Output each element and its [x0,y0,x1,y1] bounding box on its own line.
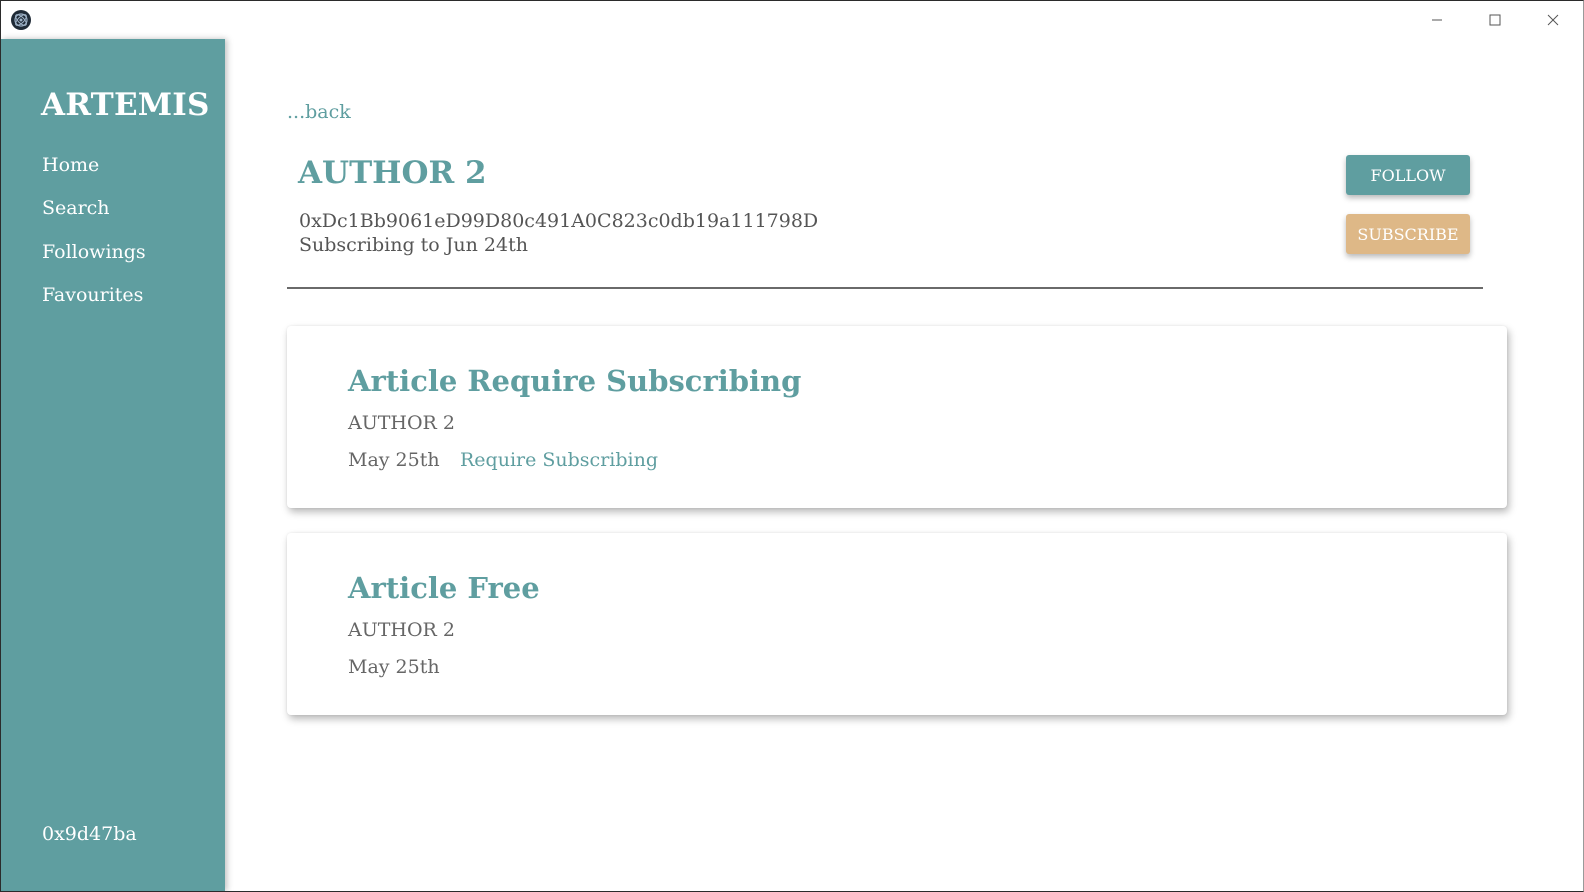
brand-title[interactable]: ARTEMIS [41,87,210,123]
close-button[interactable] [1530,1,1576,38]
close-icon [1547,14,1559,25]
article-author: AUTHOR 2 [348,412,455,434]
divider [287,287,1483,289]
sidebar-item-home[interactable]: Home [42,154,99,176]
sidebar-item-followings[interactable]: Followings [42,241,146,263]
article-title[interactable]: Article Free [348,571,540,605]
minimize-icon [1432,19,1442,20]
back-link[interactable]: ...back [287,101,351,123]
title-bar [1,1,1583,38]
article-card[interactable]: Article Free AUTHOR 2 May 25th [287,533,1507,715]
follow-button[interactable]: FOLLOW [1346,155,1470,195]
article-date: May 25th [348,656,440,678]
app-logo-icon [11,10,31,30]
maximize-button[interactable] [1472,1,1518,38]
subscription-status: Subscribing to Jun 24th [299,234,528,256]
subscribe-button[interactable]: SUBSCRIBE [1346,214,1470,254]
sidebar-item-search[interactable]: Search [42,197,110,219]
maximize-icon [1489,14,1501,25]
article-card[interactable]: Article Require Subscribing AUTHOR 2 May… [287,326,1507,508]
article-tag: Require Subscribing [460,449,658,471]
app-window: ARTEMIS Home Search Followings Favourite… [0,0,1584,892]
sidebar: ARTEMIS Home Search Followings Favourite… [1,39,225,891]
author-address: 0xDc1Bb9061eD99D80c491A0C823c0db19a11179… [299,210,819,232]
article-date: May 25th [348,449,440,471]
wallet-address: 0x9d47ba [42,823,137,845]
sidebar-item-favourites[interactable]: Favourites [42,284,143,306]
article-author: AUTHOR 2 [348,619,455,641]
article-title[interactable]: Article Require Subscribing [348,364,801,398]
author-name: AUTHOR 2 [298,155,487,191]
minimize-button[interactable] [1414,1,1460,38]
